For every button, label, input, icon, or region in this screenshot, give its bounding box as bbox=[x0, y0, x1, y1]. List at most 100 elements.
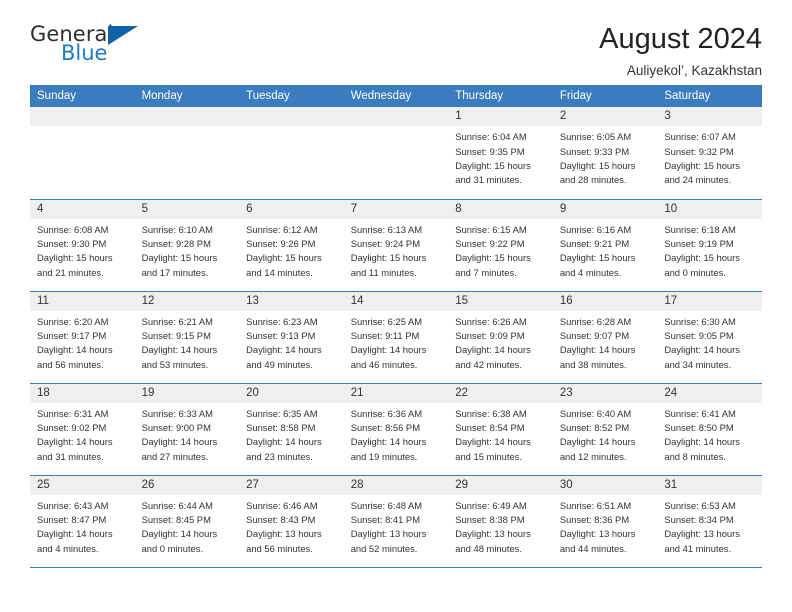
day-cell-inner: 18 Sunrise: 6:31 AM Sunset: 9:02 PM Dayligh… bbox=[30, 383, 135, 475]
sunset-text: Sunset: 9:09 PM bbox=[455, 330, 525, 342]
calendar-day-cell[interactable]: 9 Sunrise: 6:16 AM Sunset: 9:21 PM Daylight… bbox=[552, 199, 658, 292]
general-blue-logo[interactable]: General Blue bbox=[30, 24, 148, 74]
calendar-day-cell[interactable]: 29 Sunrise: 6:49 AM Sunset: 8:38 PM Dayligh… bbox=[448, 475, 553, 568]
calendar-day-cell[interactable]: 19 Sunrise: 6:33 AM Sunset: 9:00 PM Dayligh… bbox=[134, 383, 240, 476]
weekday-header-friday: Friday bbox=[552, 85, 658, 107]
calendar-day-cell[interactable]: 26 Sunrise: 6:44 AM Sunset: 8:45 PM Dayligh… bbox=[134, 475, 240, 568]
page-title: August 2024 bbox=[599, 23, 762, 55]
day-cell-inner: 17 Sunrise: 6:30 AM Sunset: 9:05 PM Dayligh… bbox=[657, 291, 762, 383]
calendar-day-cell[interactable]: 24 Sunrise: 6:41 AM Sunset: 8:50 PM Dayligh… bbox=[657, 383, 762, 476]
day-details: Sunrise: 6:28 AM Sunset: 9:07 PM Daylight:… bbox=[553, 311, 658, 372]
daylight-text-line2: and 24 minutes. bbox=[664, 174, 732, 186]
calendar-day-cell[interactable]: 5 Sunrise: 6:10 AM Sunset: 9:28 PM Daylight… bbox=[134, 199, 240, 292]
calendar-day-cell[interactable]: 22 Sunrise: 6:38 AM Sunset: 8:54 PM Dayligh… bbox=[448, 383, 553, 476]
day-details: Sunrise: 6:07 AM Sunset: 9:32 PM Daylight:… bbox=[657, 126, 762, 187]
day-number: 8 bbox=[448, 199, 553, 219]
day-cell-inner: 7 Sunrise: 6:13 AM Sunset: 9:24 PM Daylight… bbox=[343, 199, 449, 291]
sunrise-text: Sunrise: 6:40 AM bbox=[559, 407, 632, 419]
sunset-text: Sunset: 9:32 PM bbox=[664, 145, 734, 157]
calendar-day-cell[interactable]: 13 Sunrise: 6:23 AM Sunset: 9:13 PM Dayligh… bbox=[239, 291, 344, 384]
day-number: 17 bbox=[657, 291, 762, 311]
sunset-text: Sunset: 8:54 PM bbox=[455, 422, 525, 434]
day-number: 31 bbox=[657, 475, 762, 495]
weekday-header-wednesday: Wednesday bbox=[343, 85, 449, 107]
day-number: 9 bbox=[552, 199, 658, 219]
daylight-text-line2: and 0 minutes. bbox=[141, 542, 204, 554]
sunrise-text: Sunrise: 6:49 AM bbox=[455, 499, 527, 511]
sunrise-text: Sunrise: 6:33 AM bbox=[141, 407, 213, 419]
day-cell-inner: 3 Sunrise: 6:07 AM Sunset: 9:32 PM Daylight… bbox=[657, 107, 762, 199]
calendar-day-cell[interactable]: 16 Sunrise: 6:28 AM Sunset: 9:07 PM Dayligh… bbox=[552, 291, 658, 384]
logo-text-blue: Blue bbox=[61, 41, 108, 65]
daylight-text-line1: Daylight: 13 hours bbox=[559, 528, 636, 540]
sunset-text: Sunset: 8:47 PM bbox=[37, 514, 107, 526]
calendar-day-cell[interactable]: 14 Sunrise: 6:25 AM Sunset: 9:11 PM Dayligh… bbox=[343, 291, 449, 384]
calendar-day-cell[interactable]: 31 Sunrise: 6:53 AM Sunset: 8:34 PM Dayligh… bbox=[657, 475, 762, 568]
sunrise-text: Sunrise: 6:13 AM bbox=[350, 223, 423, 235]
calendar-day-cell[interactable]: 2 Sunrise: 6:05 AM Sunset: 9:33 PM Daylight… bbox=[552, 107, 658, 200]
calendar-body: 1 Sunrise: 6:04 AM Sunset: 9:35 PM Daylight… bbox=[30, 107, 762, 568]
daylight-text-line1: Daylight: 14 hours bbox=[350, 436, 427, 448]
calendar-day-cell[interactable]: 21 Sunrise: 6:36 AM Sunset: 8:56 PM Dayligh… bbox=[343, 383, 449, 476]
calendar-week-row: 1 Sunrise: 6:04 AM Sunset: 9:35 PM Daylight… bbox=[30, 107, 762, 200]
day-details: Sunrise: 6:35 AM Sunset: 8:58 PM Daylight:… bbox=[239, 403, 344, 464]
weekday-header-saturday: Saturday bbox=[657, 85, 762, 107]
calendar-day-cell[interactable]: 30 Sunrise: 6:51 AM Sunset: 8:36 PM Dayligh… bbox=[552, 475, 658, 568]
calendar-day-cell[interactable]: 28 Sunrise: 6:48 AM Sunset: 8:41 PM Dayligh… bbox=[343, 475, 449, 568]
weekday-header-thursday: Thursday bbox=[448, 85, 553, 107]
weekday-header-sunday: Sunday bbox=[30, 85, 135, 107]
sunset-text: Sunset: 8:45 PM bbox=[141, 514, 211, 526]
calendar-day-cell[interactable]: 11 Sunrise: 6:20 AM Sunset: 9:17 PM Dayligh… bbox=[30, 291, 135, 384]
day-cell-inner: 14 Sunrise: 6:25 AM Sunset: 9:11 PM Dayligh… bbox=[343, 291, 449, 383]
calendar-day-cell[interactable]: 8 Sunrise: 6:15 AM Sunset: 9:22 PM Daylight… bbox=[448, 199, 553, 292]
sunset-text: Sunset: 9:24 PM bbox=[350, 238, 420, 250]
day-details: Sunrise: 6:10 AM Sunset: 9:28 PM Daylight:… bbox=[135, 219, 240, 280]
sunset-text: Sunset: 8:38 PM bbox=[455, 514, 525, 526]
sunrise-text: Sunrise: 6:30 AM bbox=[664, 315, 736, 327]
daylight-text-line1: Daylight: 14 hours bbox=[246, 436, 322, 448]
sunset-text: Sunset: 9:17 PM bbox=[37, 330, 107, 342]
day-details: Sunrise: 6:31 AM Sunset: 9:02 PM Daylight:… bbox=[30, 403, 135, 464]
calendar-day-cell[interactable]: 1 Sunrise: 6:04 AM Sunset: 9:35 PM Daylight… bbox=[448, 107, 553, 200]
calendar-day-cell[interactable]: 25 Sunrise: 6:43 AM Sunset: 8:47 PM Dayligh… bbox=[30, 475, 135, 568]
calendar-day-cell[interactable]: 10 Sunrise: 6:18 AM Sunset: 9:19 PM Dayligh… bbox=[657, 199, 762, 292]
sunset-text: Sunset: 8:43 PM bbox=[246, 514, 316, 526]
calendar-day-cell[interactable]: 20 Sunrise: 6:35 AM Sunset: 8:58 PM Dayligh… bbox=[239, 383, 344, 476]
calendar-day-cell[interactable]: 7 Sunrise: 6:13 AM Sunset: 9:24 PM Daylight… bbox=[343, 199, 449, 292]
calendar-day-cell[interactable]: 15 Sunrise: 6:26 AM Sunset: 9:09 PM Dayligh… bbox=[448, 291, 553, 384]
day-details: Sunrise: 6:12 AM Sunset: 9:26 PM Daylight:… bbox=[239, 219, 344, 280]
daylight-text-line2: and 38 minutes. bbox=[559, 358, 627, 370]
calendar-day-cell[interactable]: 6 Sunrise: 6:12 AM Sunset: 9:26 PM Daylight… bbox=[239, 199, 344, 292]
sunrise-text: Sunrise: 6:48 AM bbox=[350, 499, 423, 511]
day-cell-inner: 8 Sunrise: 6:15 AM Sunset: 9:22 PM Daylight… bbox=[448, 199, 553, 291]
day-cell-inner: 31 Sunrise: 6:53 AM Sunset: 8:34 PM Dayligh… bbox=[657, 475, 762, 567]
sunset-text: Sunset: 8:56 PM bbox=[350, 422, 420, 434]
calendar-day-cell[interactable]: 27 Sunrise: 6:46 AM Sunset: 8:43 PM Dayligh… bbox=[239, 475, 344, 568]
sunset-text: Sunset: 9:21 PM bbox=[559, 238, 630, 250]
sunrise-text: Sunrise: 6:38 AM bbox=[455, 407, 527, 419]
calendar-day-cell[interactable]: 17 Sunrise: 6:30 AM Sunset: 9:05 PM Dayligh… bbox=[657, 291, 762, 384]
calendar-day-cell[interactable]: 4 Sunrise: 6:08 AM Sunset: 9:30 PM Daylight… bbox=[30, 199, 135, 292]
day-details: Sunrise: 6:51 AM Sunset: 8:36 PM Daylight:… bbox=[553, 495, 658, 556]
weekday-header-tuesday: Tuesday bbox=[239, 85, 344, 107]
daylight-text-line2: and 11 minutes. bbox=[350, 266, 417, 278]
day-number: 2 bbox=[552, 107, 658, 127]
day-cell-inner: 30 Sunrise: 6:51 AM Sunset: 8:36 PM Dayligh… bbox=[552, 475, 658, 567]
calendar-day-cell[interactable]: 12 Sunrise: 6:21 AM Sunset: 9:15 PM Dayligh… bbox=[134, 291, 240, 384]
calendar-day-cell[interactable]: 3 Sunrise: 6:07 AM Sunset: 9:32 PM Daylight… bbox=[657, 107, 762, 200]
day-cell-inner: 22 Sunrise: 6:38 AM Sunset: 8:54 PM Dayligh… bbox=[448, 383, 553, 475]
daylight-text-line2: and 42 minutes. bbox=[455, 358, 522, 370]
day-details: Sunrise: 6:30 AM Sunset: 9:05 PM Daylight:… bbox=[657, 311, 762, 372]
weekday-header-monday: Monday bbox=[134, 85, 240, 107]
day-details: Sunrise: 6:13 AM Sunset: 9:24 PM Daylight:… bbox=[344, 219, 449, 280]
sunset-text: Sunset: 9:05 PM bbox=[664, 330, 734, 342]
day-details: Sunrise: 6:20 AM Sunset: 9:17 PM Daylight:… bbox=[30, 311, 135, 372]
day-details: Sunrise: 6:40 AM Sunset: 8:52 PM Daylight:… bbox=[553, 403, 658, 464]
sunset-text: Sunset: 9:15 PM bbox=[141, 330, 211, 342]
day-cell-inner: 9 Sunrise: 6:16 AM Sunset: 9:21 PM Daylight… bbox=[552, 199, 658, 291]
sunset-text: Sunset: 8:52 PM bbox=[559, 422, 630, 434]
day-number: 25 bbox=[30, 475, 135, 495]
day-details: Sunrise: 6:04 AM Sunset: 9:35 PM Daylight:… bbox=[448, 126, 553, 187]
calendar-day-cell[interactable]: 18 Sunrise: 6:31 AM Sunset: 9:02 PM Dayligh… bbox=[30, 383, 135, 476]
calendar-day-cell[interactable]: 23 Sunrise: 6:40 AM Sunset: 8:52 PM Dayligh… bbox=[552, 383, 658, 476]
